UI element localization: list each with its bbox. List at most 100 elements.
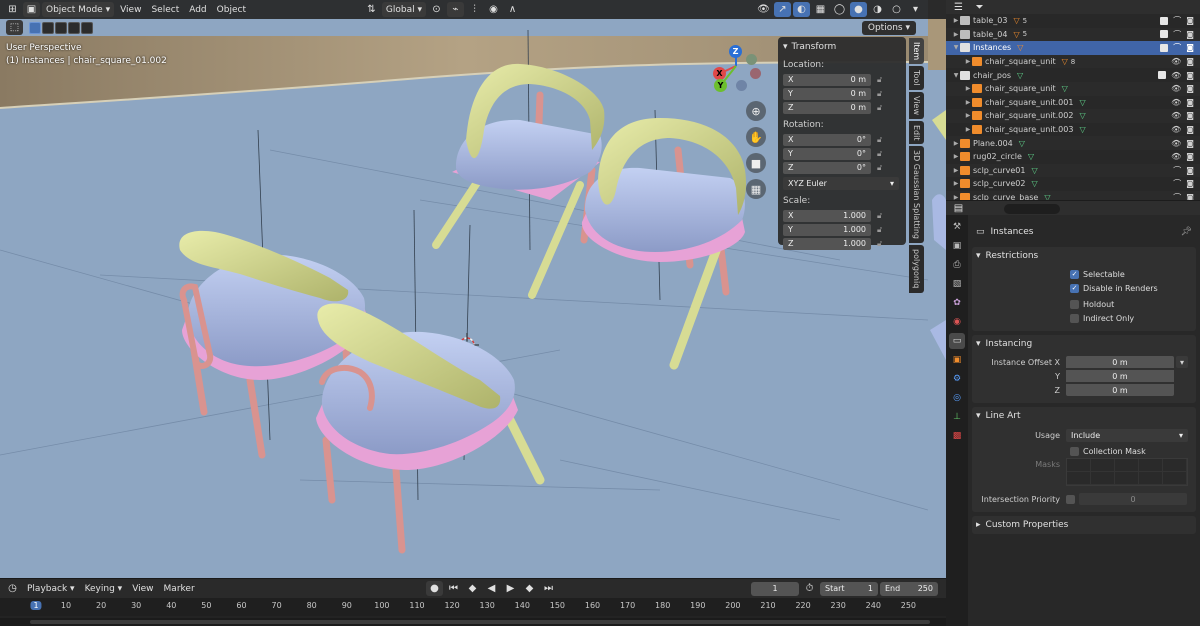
- holdout-checkbox[interactable]: Holdout: [972, 297, 1196, 311]
- outliner-item-name[interactable]: table_04: [973, 30, 1007, 39]
- marker-menu[interactable]: Marker: [160, 581, 199, 596]
- next-keyframe-icon[interactable]: ◆: [521, 581, 538, 596]
- overlay-toggle-icon[interactable]: ◐: [793, 2, 810, 17]
- restrictions-header[interactable]: ▾ Restrictions: [972, 247, 1196, 265]
- xray-icon[interactable]: ▦: [812, 2, 829, 17]
- visibility-icon[interactable]: 👁: [755, 2, 772, 17]
- lock-icon[interactable]: 🔓︎: [877, 149, 889, 159]
- 3d-viewport[interactable]: ⊞ ▣ Object Mode ▾ View Select Add Object…: [0, 0, 928, 578]
- expand-arrow-icon[interactable]: ▼: [952, 44, 960, 51]
- prev-keyframe-icon[interactable]: ◆: [464, 581, 481, 596]
- outliner-item-name[interactable]: chair_square_unit.001: [985, 98, 1073, 107]
- visibility-eye-icon[interactable]: 👁︎: [1171, 139, 1181, 148]
- lock-icon[interactable]: 🔓︎: [877, 225, 889, 235]
- location-z-field[interactable]: Z 0 m: [783, 101, 871, 114]
- shading-rendered-icon[interactable]: ○: [888, 2, 905, 17]
- expand-arrow-icon[interactable]: ▶: [952, 153, 960, 160]
- instance-offset-y[interactable]: 0 m: [1066, 370, 1174, 382]
- tool-tab-icon[interactable]: ⚒: [949, 219, 965, 235]
- shading-options-icon[interactable]: ▾: [907, 2, 924, 17]
- select-new-mode[interactable]: [29, 21, 41, 34]
- menu-select[interactable]: Select: [147, 2, 183, 17]
- end-frame-field[interactable]: End 250: [880, 581, 938, 596]
- timeline-view-menu[interactable]: View: [128, 581, 157, 596]
- lock-icon[interactable]: 🔓︎: [877, 103, 889, 113]
- indirect-only-checkbox[interactable]: Indirect Only: [972, 311, 1196, 325]
- constraints-tab-icon[interactable]: ⊥: [949, 409, 965, 425]
- snap-target-icon[interactable]: ⫶: [466, 2, 483, 17]
- scale-y-field[interactable]: Y 1.000: [783, 223, 871, 236]
- rotation-z-field[interactable]: Z 0°: [783, 161, 871, 174]
- outliner-item-name[interactable]: chair_square_unit: [985, 57, 1056, 66]
- jump-start-icon[interactable]: ⏮: [445, 581, 462, 596]
- select-intersect-mode[interactable]: [81, 21, 93, 34]
- gizmo-neg-x[interactable]: [746, 54, 757, 65]
- play-reverse-icon[interactable]: ◀: [483, 581, 500, 596]
- properties-search[interactable]: [1004, 204, 1060, 214]
- outliner-item-name[interactable]: sclp_curve01: [973, 166, 1025, 175]
- lock-icon[interactable]: 🔓︎: [877, 211, 889, 221]
- outliner-item-name[interactable]: rug02_circle: [973, 152, 1022, 161]
- rotation-x-field[interactable]: X 0°: [783, 133, 871, 146]
- select-invert-mode[interactable]: [68, 21, 80, 34]
- render-tab-icon[interactable]: ▣: [949, 238, 965, 254]
- current-frame-marker[interactable]: 1: [30, 601, 42, 610]
- camera-icon[interactable]: ■: [746, 153, 766, 173]
- visibility-eye-icon[interactable]: 👁︎: [1171, 111, 1181, 120]
- visibility-eye-icon[interactable]: ⌒: [1173, 15, 1181, 26]
- properties-editor-icon[interactable]: ▤: [950, 201, 967, 216]
- clock-editor-icon[interactable]: ◷: [4, 581, 21, 596]
- selectable-checkbox[interactable]: ✓ Selectable: [972, 267, 1196, 281]
- exclude-checkbox[interactable]: [1158, 71, 1167, 80]
- playback-menu[interactable]: Playback ▾: [23, 581, 79, 596]
- scene-tab-icon[interactable]: ✿: [949, 295, 965, 311]
- tab-view[interactable]: View: [909, 91, 924, 119]
- exclude-checkbox[interactable]: [1160, 43, 1169, 52]
- render-camera-icon[interactable]: ◙: [1186, 71, 1194, 80]
- outliner-item-name[interactable]: Plane.004: [973, 139, 1013, 148]
- gizmo-z-axis[interactable]: Z: [729, 45, 742, 58]
- zoom-icon[interactable]: ⊕: [746, 101, 766, 121]
- expand-arrow-icon[interactable]: ▶: [952, 31, 960, 38]
- pin-icon[interactable]: 📌︎: [1181, 227, 1192, 237]
- pivot-icon[interactable]: ⊙: [428, 2, 445, 17]
- start-frame-field[interactable]: Start 1: [820, 581, 878, 596]
- menu-object[interactable]: Object: [213, 2, 250, 17]
- proportional-edit-icon[interactable]: ◉: [485, 2, 502, 17]
- particles-tab-icon[interactable]: ◎: [949, 390, 965, 406]
- collection-name[interactable]: Instances: [991, 227, 1034, 237]
- expand-arrow-icon[interactable]: ▶: [952, 140, 960, 147]
- render-camera-icon[interactable]: ◙: [1186, 152, 1194, 161]
- outliner-row[interactable]: ▶ chair_square_unit.001 ▽ 👁︎ ◙: [946, 96, 1200, 110]
- gizmo-neg-z[interactable]: [736, 80, 747, 91]
- visibility-eye-icon[interactable]: 👁︎: [1171, 98, 1181, 107]
- location-x-field[interactable]: X 0 m: [783, 73, 871, 86]
- menu-view[interactable]: View: [116, 2, 145, 17]
- editor-type-icon[interactable]: ⊞: [4, 2, 21, 17]
- scrollbar-thumb[interactable]: [30, 620, 930, 624]
- visibility-eye-icon[interactable]: 👁︎: [1171, 125, 1181, 134]
- location-y-field[interactable]: Y 0 m: [783, 87, 871, 100]
- render-camera-icon[interactable]: ◙: [1186, 43, 1194, 52]
- instancing-header[interactable]: ▾ Instancing: [972, 335, 1196, 353]
- intersection-priority-field[interactable]: 0: [1079, 493, 1187, 505]
- pan-hand-icon[interactable]: ✋: [746, 127, 766, 147]
- outliner-row[interactable]: ▼ chair_pos ▽ 👁︎ ◙: [946, 68, 1200, 82]
- priority-checkbox[interactable]: [1066, 494, 1075, 504]
- render-camera-icon[interactable]: ◙: [1186, 111, 1194, 120]
- select-extend-mode[interactable]: [42, 21, 54, 34]
- rotation-y-field[interactable]: Y 0°: [783, 147, 871, 160]
- outliner-row[interactable]: ▶ Plane.004 ▽ 👁︎ ◙: [946, 136, 1200, 150]
- outliner-row[interactable]: ▶ sclp_curve01 ▽ ⌒ ◙: [946, 163, 1200, 178]
- menu-add[interactable]: Add: [185, 2, 210, 17]
- transform-panel-header[interactable]: ▾ Transform: [783, 40, 901, 54]
- tab-item[interactable]: Item: [909, 38, 924, 65]
- outliner-item-name[interactable]: chair_pos: [973, 71, 1011, 80]
- rotation-mode-dropdown[interactable]: XYZ Euler ▾: [783, 177, 899, 190]
- outliner-item-name[interactable]: chair_square_unit.003: [985, 125, 1073, 134]
- masks-grid[interactable]: [1066, 458, 1188, 486]
- falloff-icon[interactable]: ∧: [504, 2, 521, 17]
- render-camera-icon[interactable]: ◙: [1186, 84, 1194, 93]
- outliner-row[interactable]: ▶ table_04 ▽ 5 ⌒ ◙: [946, 27, 1200, 42]
- outliner-item-name[interactable]: Instances: [973, 43, 1011, 52]
